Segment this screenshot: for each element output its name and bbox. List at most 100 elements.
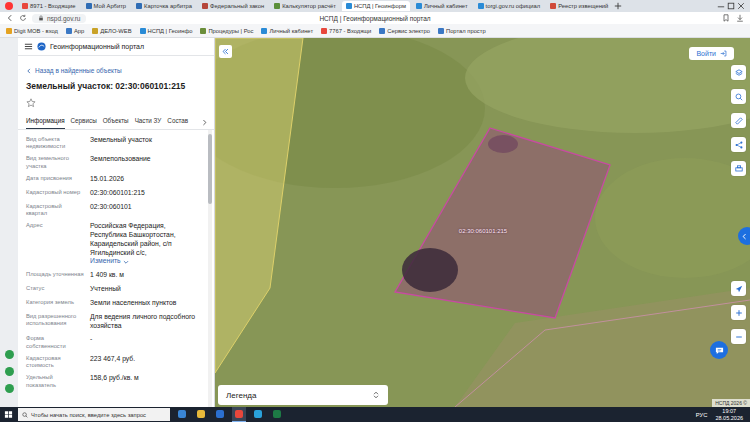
favicon-icon (200, 28, 206, 34)
object-tab[interactable]: Информация (26, 115, 65, 129)
side-app-icon[interactable] (5, 350, 14, 359)
browser-tab-label: 8971 - Входящие (30, 3, 76, 9)
bookmark[interactable]: Сервис электро (379, 28, 430, 34)
object-tab[interactable]: Сервисы (71, 115, 97, 129)
keyboard-language[interactable]: РУС (696, 412, 708, 418)
map-tool-button[interactable] (731, 329, 746, 344)
bookmark[interactable]: Digit МОВ - вход (6, 28, 58, 34)
reload-icon[interactable] (19, 14, 27, 22)
legend-dropdown[interactable]: Легенда (218, 385, 388, 405)
side-toggle-button[interactable] (738, 227, 750, 245)
bookmark-icon[interactable] (722, 14, 730, 22)
bookmark[interactable]: ДЕЛО-WEB (92, 28, 131, 34)
chat-button[interactable] (710, 341, 728, 359)
change-link[interactable]: Изменить (90, 257, 129, 266)
map-tool-button[interactable] (731, 137, 746, 152)
map-tool-button[interactable] (731, 281, 746, 296)
zoom-in-icon (735, 309, 743, 317)
object-tab[interactable]: Объекты (103, 115, 129, 129)
attribute-label: Адрес (26, 222, 84, 266)
favicon-icon (379, 28, 385, 34)
browser-tab-label: Реестр извещений (558, 3, 608, 9)
url-text: nspd.gov.ru (47, 15, 80, 22)
map-tool-button[interactable] (731, 89, 746, 104)
bookmark[interactable]: 7767 - Входящи (321, 28, 371, 34)
browser-logo-icon[interactable] (5, 2, 13, 10)
browser-tab[interactable]: Федеральный закон (198, 1, 268, 11)
clock-date: 28.05.2026 (715, 415, 743, 421)
back-icon[interactable] (6, 14, 14, 22)
bookmark-label: Digit МОВ - вход (14, 28, 58, 34)
satellite-map[interactable] (215, 38, 750, 407)
object-tab[interactable]: Состав (167, 115, 188, 129)
login-label: Войти (696, 50, 716, 57)
side-app-icon[interactable] (5, 384, 14, 393)
minimize-icon[interactable] (717, 2, 725, 10)
map[interactable]: 02:30:060101:215ВойтиЛегендаНСПД 2026 © (215, 38, 750, 407)
bookmark[interactable]: Процедуры | Рос (200, 28, 253, 34)
screen: 8971 - Входящие Мой АрбитрКарточка арбитр… (0, 0, 750, 422)
url-field[interactable]: nspd.gov.ru (32, 14, 86, 23)
close-icon[interactable] (737, 2, 745, 10)
map-tool-button[interactable] (731, 113, 746, 128)
browser-tab[interactable]: Мой Арбитр (82, 1, 131, 11)
chevron-right-icon[interactable] (201, 119, 208, 126)
map-copyright: НСПД 2026 © (712, 399, 750, 407)
bookmark[interactable]: Портал простр (438, 28, 486, 34)
taskbar-search[interactable]: Чтобы начать поиск, введите здесь запрос (18, 408, 170, 421)
search-icon (735, 93, 743, 101)
bookmark-label: App (74, 28, 84, 34)
back-link[interactable]: Назад в найденные объекты (18, 56, 214, 78)
browser-tab[interactable]: НСПД | Геоинформ (342, 1, 410, 11)
download-icon[interactable] (736, 14, 744, 22)
scrollbar[interactable] (208, 130, 212, 407)
legend-label: Легенда (226, 391, 256, 400)
favicon-icon (202, 3, 208, 9)
bookmark-label: Сервис электро (387, 28, 430, 34)
taskbar-search-placeholder: Чтобы начать поиск, введите здесь запрос (31, 412, 146, 418)
attribute-row: Кадастровый квартал02:30:060101 (26, 201, 204, 220)
parcel-polygon[interactable] (395, 128, 610, 318)
taskbar: Чтобы начать поиск, введите здесь запрос… (0, 407, 750, 422)
attribute-label: Вид разрешенного использования (26, 313, 84, 331)
taskbar-app[interactable] (175, 407, 189, 422)
bookmark[interactable]: App (66, 28, 84, 34)
taskbar-app[interactable] (194, 407, 208, 422)
star-icon[interactable] (26, 98, 36, 108)
clock[interactable]: 19:0728.05.2026 (712, 408, 746, 421)
portal-logo-icon (37, 42, 46, 51)
browser-tab[interactable]: Калькулятор расчёт (270, 1, 340, 11)
browser-tab[interactable]: 8971 - Входящие (18, 1, 80, 11)
browser-tab[interactable]: torgi.gov.ru официал (474, 1, 545, 11)
bookmark-label: Процедуры | Рос (208, 28, 253, 34)
taskbar-app[interactable] (232, 407, 246, 422)
maximize-icon[interactable] (727, 2, 735, 10)
collapse-panel-button[interactable] (219, 45, 232, 58)
attribute-row: Удельный показатель158,6 руб./кв. м (26, 372, 204, 391)
taskbar-app[interactable] (213, 407, 227, 422)
browser-tab[interactable]: Карточка арбитра (132, 1, 196, 11)
attributes-list: Вид объекта недвижимостиЗемельный участо… (18, 130, 208, 407)
bookmark[interactable]: Личный кабинет (261, 28, 313, 34)
login-button[interactable]: Войти (689, 47, 734, 60)
browser-tab[interactable]: Личный кабинет (412, 1, 472, 11)
side-app-icon[interactable] (5, 367, 14, 376)
attribute-value: Для ведения личного подсобного хозяйства (90, 313, 204, 331)
map-tool-button[interactable] (731, 161, 746, 176)
scrollbar-thumb[interactable] (208, 134, 212, 204)
object-tab[interactable]: Части ЗУ (135, 115, 162, 129)
bookmark[interactable]: НСПД | Геоинфо (140, 28, 193, 34)
attribute-label: Кадастровая стоимость (26, 355, 84, 369)
attribute-value: Учтенный (90, 285, 204, 294)
map-tool-button[interactable] (731, 305, 746, 320)
browser-tab[interactable]: Реестр извещений (546, 1, 612, 11)
attribute-row: Кадастровый номер02:30:060101:215 (26, 187, 204, 201)
attribute-value: - (90, 335, 204, 349)
taskbar-app[interactable] (251, 407, 265, 422)
map-toolbar (731, 65, 746, 176)
taskbar-app[interactable] (270, 407, 284, 422)
map-tool-button[interactable] (731, 65, 746, 80)
new-tab-icon[interactable] (614, 2, 622, 10)
menu-icon[interactable] (24, 42, 33, 51)
windows-start-icon[interactable] (4, 410, 13, 419)
